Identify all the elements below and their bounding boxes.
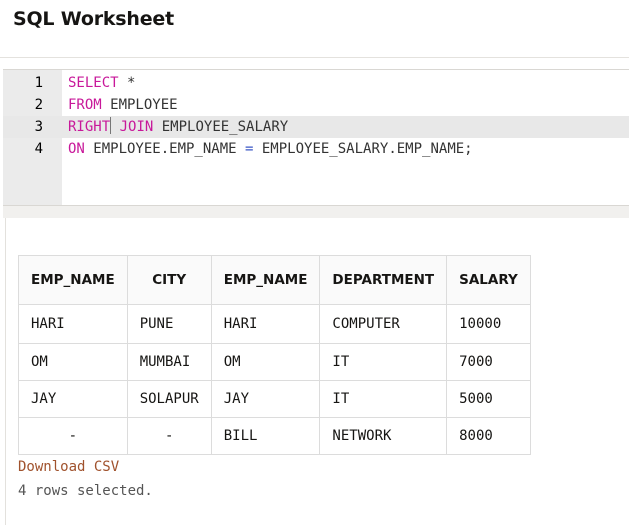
table-cell: IT: [319, 343, 448, 381]
table-cell-null: -: [18, 417, 128, 455]
table-cell: 5000: [446, 380, 531, 418]
sql-keyword: SELECT: [68, 75, 119, 91]
code-line-4[interactable]: 4 ON EMPLOYEE.EMP_NAME = EMPLOYEE_SALARY…: [3, 138, 629, 160]
download-csv-link[interactable]: Download CSV: [18, 459, 119, 475]
column-header[interactable]: EMP_NAME: [18, 255, 128, 305]
line-number: 1: [34, 75, 43, 91]
table-row: HARI PUNE HARI COMPUTER 10000: [18, 304, 531, 344]
code-text: EMPLOYEE_SALARY: [153, 119, 289, 135]
page-title: SQL Worksheet: [13, 8, 174, 30]
code-text: EMPLOYEE_SALARY.EMP_NAME;: [253, 141, 473, 157]
rows-selected-status: 4 rows selected.: [18, 483, 153, 499]
table-row: OM MUMBAI OM IT 7000: [18, 343, 531, 381]
table-header-row: EMP_NAME CITY EMP_NAME DEPARTMENT SALARY: [18, 255, 531, 305]
table-cell-null: -: [126, 417, 212, 455]
code-line-2[interactable]: 2 FROM EMPLOYEE: [3, 94, 629, 116]
sql-keyword: RIGHT: [68, 119, 111, 135]
text-cursor: [110, 117, 112, 134]
results-table: EMP_NAME CITY EMP_NAME DEPARTMENT SALARY…: [18, 255, 531, 455]
table-cell: MUMBAI: [126, 343, 212, 381]
sql-editor[interactable]: 1 SELECT * 2 FROM EMPLOYEE 3 RIGHT JOIN …: [3, 69, 629, 207]
results-panel-border: [5, 218, 6, 525]
table-cell: HARI: [18, 304, 128, 344]
code-text: *: [118, 75, 136, 91]
table-cell: HARI: [210, 304, 321, 344]
line-number: 2: [34, 97, 43, 113]
table-cell: OM: [210, 343, 321, 381]
code-line-3-active[interactable]: 3 RIGHT JOIN EMPLOYEE_SALARY: [3, 116, 629, 138]
code-text: EMPLOYEE: [101, 97, 178, 113]
table-cell: JAY: [18, 380, 128, 418]
table-row: JAY SOLAPUR JAY IT 5000: [18, 380, 531, 418]
table-row: - - BILL NETWORK 8000: [18, 417, 531, 455]
table-cell: OM: [18, 343, 128, 381]
editor-resize-bar[interactable]: [3, 205, 629, 218]
code-line-1[interactable]: 1 SELECT *: [3, 72, 629, 94]
table-cell: COMPUTER: [319, 304, 448, 344]
table-cell: IT: [319, 380, 448, 418]
table-cell: 10000: [446, 304, 531, 344]
column-header[interactable]: CITY: [126, 255, 212, 305]
sql-keyword: JOIN: [119, 119, 154, 135]
column-header[interactable]: DEPARTMENT: [319, 255, 448, 305]
column-header[interactable]: SALARY: [446, 255, 531, 305]
table-cell: SOLAPUR: [126, 380, 212, 418]
table-cell: NETWORK: [319, 417, 448, 455]
line-number: 4: [34, 141, 43, 157]
sql-keyword: ON: [68, 141, 85, 157]
table-cell: PUNE: [126, 304, 212, 344]
code-text: EMPLOYEE.EMP_NAME: [84, 141, 246, 157]
table-cell: 7000: [446, 343, 531, 381]
title-divider: [0, 57, 629, 58]
table-cell: JAY: [210, 380, 321, 418]
line-number: 3: [34, 119, 43, 135]
table-cell: 8000: [446, 417, 531, 455]
column-header[interactable]: EMP_NAME: [210, 255, 321, 305]
table-cell: BILL: [210, 417, 321, 455]
sql-keyword: FROM: [68, 97, 102, 113]
